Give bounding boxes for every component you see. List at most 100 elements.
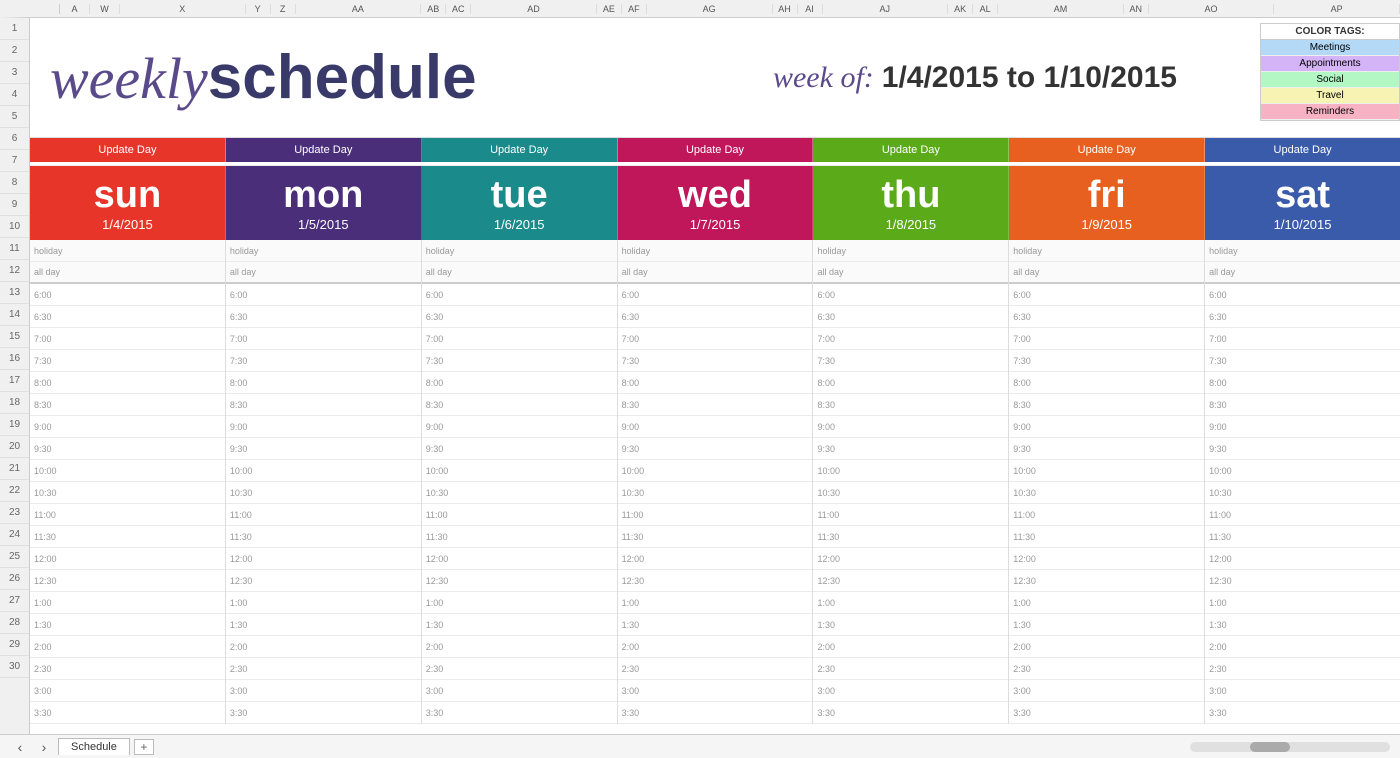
time-slot-thu-11[interactable]: 10:30 bbox=[813, 482, 1008, 504]
time-slot-wed-9[interactable]: 9:30 bbox=[618, 438, 813, 460]
time-slot-mon-20[interactable]: 3:00 bbox=[226, 680, 421, 702]
time-slot-mon-7[interactable]: 8:30 bbox=[226, 394, 421, 416]
time-slot-sat-8[interactable]: 9:00 bbox=[1205, 416, 1400, 438]
time-slot-thu-5[interactable]: 7:30 bbox=[813, 350, 1008, 372]
time-slot-sat-11[interactable]: 10:30 bbox=[1205, 482, 1400, 504]
time-slot-wed-18[interactable]: 2:00 bbox=[618, 636, 813, 658]
time-slot-sat-9[interactable]: 9:30 bbox=[1205, 438, 1400, 460]
time-slot-sun-3[interactable]: 6:30 bbox=[30, 306, 225, 328]
time-slot-mon-10[interactable]: 10:00 bbox=[226, 460, 421, 482]
scroll-thumb[interactable] bbox=[1250, 742, 1290, 752]
time-slot-sun-19[interactable]: 2:30 bbox=[30, 658, 225, 680]
time-slot-mon-2[interactable]: 6:00 bbox=[226, 284, 421, 306]
time-slot-wed-21[interactable]: 3:30 bbox=[618, 702, 813, 724]
time-slot-sat-14[interactable]: 12:00 bbox=[1205, 548, 1400, 570]
update-day-thu[interactable]: Update Day bbox=[813, 138, 1009, 162]
horizontal-scrollbar[interactable] bbox=[1190, 742, 1390, 752]
time-slot-fri-5[interactable]: 7:30 bbox=[1009, 350, 1204, 372]
time-slot-fri-3[interactable]: 6:30 bbox=[1009, 306, 1204, 328]
time-slot-tue-8[interactable]: 9:00 bbox=[422, 416, 617, 438]
time-slot-sun-4[interactable]: 7:00 bbox=[30, 328, 225, 350]
time-slot-mon-18[interactable]: 2:00 bbox=[226, 636, 421, 658]
time-slot-wed-8[interactable]: 9:00 bbox=[618, 416, 813, 438]
time-slot-thu-14[interactable]: 12:00 bbox=[813, 548, 1008, 570]
update-day-sun[interactable]: Update Day bbox=[30, 138, 226, 162]
time-slot-thu-20[interactable]: 3:00 bbox=[813, 680, 1008, 702]
time-slot-mon-16[interactable]: 1:00 bbox=[226, 592, 421, 614]
time-slot-sat-10[interactable]: 10:00 bbox=[1205, 460, 1400, 482]
time-slot-thu-4[interactable]: 7:00 bbox=[813, 328, 1008, 350]
time-slot-fri-1[interactable]: all day bbox=[1009, 262, 1204, 284]
time-slot-wed-0[interactable]: holiday bbox=[618, 240, 813, 262]
time-slot-sun-1[interactable]: all day bbox=[30, 262, 225, 284]
time-slot-wed-4[interactable]: 7:00 bbox=[618, 328, 813, 350]
time-slot-mon-1[interactable]: all day bbox=[226, 262, 421, 284]
time-slot-sat-7[interactable]: 8:30 bbox=[1205, 394, 1400, 416]
time-slot-sun-16[interactable]: 1:00 bbox=[30, 592, 225, 614]
time-slot-thu-12[interactable]: 11:00 bbox=[813, 504, 1008, 526]
time-slot-sat-6[interactable]: 8:00 bbox=[1205, 372, 1400, 394]
time-slot-thu-16[interactable]: 1:00 bbox=[813, 592, 1008, 614]
prev-sheet-arrow[interactable]: ‹ bbox=[10, 739, 30, 755]
time-slot-sun-8[interactable]: 9:00 bbox=[30, 416, 225, 438]
time-slot-sat-2[interactable]: 6:00 bbox=[1205, 284, 1400, 306]
time-slot-mon-8[interactable]: 9:00 bbox=[226, 416, 421, 438]
time-slot-tue-1[interactable]: all day bbox=[422, 262, 617, 284]
update-day-wed[interactable]: Update Day bbox=[618, 138, 814, 162]
time-slot-sat-1[interactable]: all day bbox=[1205, 262, 1400, 284]
time-slot-sun-2[interactable]: 6:00 bbox=[30, 284, 225, 306]
time-slot-wed-12[interactable]: 11:00 bbox=[618, 504, 813, 526]
time-slot-fri-19[interactable]: 2:30 bbox=[1009, 658, 1204, 680]
time-slot-fri-2[interactable]: 6:00 bbox=[1009, 284, 1204, 306]
time-slot-sat-16[interactable]: 1:00 bbox=[1205, 592, 1400, 614]
time-slot-wed-10[interactable]: 10:00 bbox=[618, 460, 813, 482]
time-slot-tue-7[interactable]: 8:30 bbox=[422, 394, 617, 416]
time-slot-fri-17[interactable]: 1:30 bbox=[1009, 614, 1204, 636]
time-slot-tue-4[interactable]: 7:00 bbox=[422, 328, 617, 350]
time-slot-thu-17[interactable]: 1:30 bbox=[813, 614, 1008, 636]
time-slot-tue-16[interactable]: 1:00 bbox=[422, 592, 617, 614]
time-slot-fri-18[interactable]: 2:00 bbox=[1009, 636, 1204, 658]
time-slot-sat-21[interactable]: 3:30 bbox=[1205, 702, 1400, 724]
time-slot-thu-21[interactable]: 3:30 bbox=[813, 702, 1008, 724]
time-slot-wed-5[interactable]: 7:30 bbox=[618, 350, 813, 372]
time-slot-mon-19[interactable]: 2:30 bbox=[226, 658, 421, 680]
time-slot-tue-21[interactable]: 3:30 bbox=[422, 702, 617, 724]
time-slot-mon-9[interactable]: 9:30 bbox=[226, 438, 421, 460]
time-slot-fri-0[interactable]: holiday bbox=[1009, 240, 1204, 262]
time-slot-fri-12[interactable]: 11:00 bbox=[1009, 504, 1204, 526]
time-slot-wed-17[interactable]: 1:30 bbox=[618, 614, 813, 636]
time-slot-tue-11[interactable]: 10:30 bbox=[422, 482, 617, 504]
time-slot-sat-4[interactable]: 7:00 bbox=[1205, 328, 1400, 350]
time-slot-thu-1[interactable]: all day bbox=[813, 262, 1008, 284]
time-slot-tue-5[interactable]: 7:30 bbox=[422, 350, 617, 372]
time-slot-mon-6[interactable]: 8:00 bbox=[226, 372, 421, 394]
update-day-fri[interactable]: Update Day bbox=[1009, 138, 1205, 162]
time-slot-fri-21[interactable]: 3:30 bbox=[1009, 702, 1204, 724]
time-slot-mon-4[interactable]: 7:00 bbox=[226, 328, 421, 350]
time-slot-mon-12[interactable]: 11:00 bbox=[226, 504, 421, 526]
time-slot-tue-19[interactable]: 2:30 bbox=[422, 658, 617, 680]
time-slot-mon-13[interactable]: 11:30 bbox=[226, 526, 421, 548]
schedule-tab[interactable]: Schedule bbox=[58, 738, 130, 755]
update-day-mon[interactable]: Update Day bbox=[226, 138, 422, 162]
time-slot-wed-13[interactable]: 11:30 bbox=[618, 526, 813, 548]
time-slot-mon-3[interactable]: 6:30 bbox=[226, 306, 421, 328]
time-slot-wed-2[interactable]: 6:00 bbox=[618, 284, 813, 306]
time-slot-fri-15[interactable]: 12:30 bbox=[1009, 570, 1204, 592]
time-slot-wed-16[interactable]: 1:00 bbox=[618, 592, 813, 614]
time-slot-tue-18[interactable]: 2:00 bbox=[422, 636, 617, 658]
time-slot-wed-11[interactable]: 10:30 bbox=[618, 482, 813, 504]
time-slot-thu-10[interactable]: 10:00 bbox=[813, 460, 1008, 482]
time-slot-sun-12[interactable]: 11:00 bbox=[30, 504, 225, 526]
time-slot-sat-15[interactable]: 12:30 bbox=[1205, 570, 1400, 592]
time-slot-sun-10[interactable]: 10:00 bbox=[30, 460, 225, 482]
time-slot-tue-20[interactable]: 3:00 bbox=[422, 680, 617, 702]
time-slot-sun-13[interactable]: 11:30 bbox=[30, 526, 225, 548]
time-slot-sun-6[interactable]: 8:00 bbox=[30, 372, 225, 394]
time-slot-wed-6[interactable]: 8:00 bbox=[618, 372, 813, 394]
time-slot-sat-18[interactable]: 2:00 bbox=[1205, 636, 1400, 658]
time-slot-fri-16[interactable]: 1:00 bbox=[1009, 592, 1204, 614]
time-slot-wed-1[interactable]: all day bbox=[618, 262, 813, 284]
time-slot-wed-20[interactable]: 3:00 bbox=[618, 680, 813, 702]
